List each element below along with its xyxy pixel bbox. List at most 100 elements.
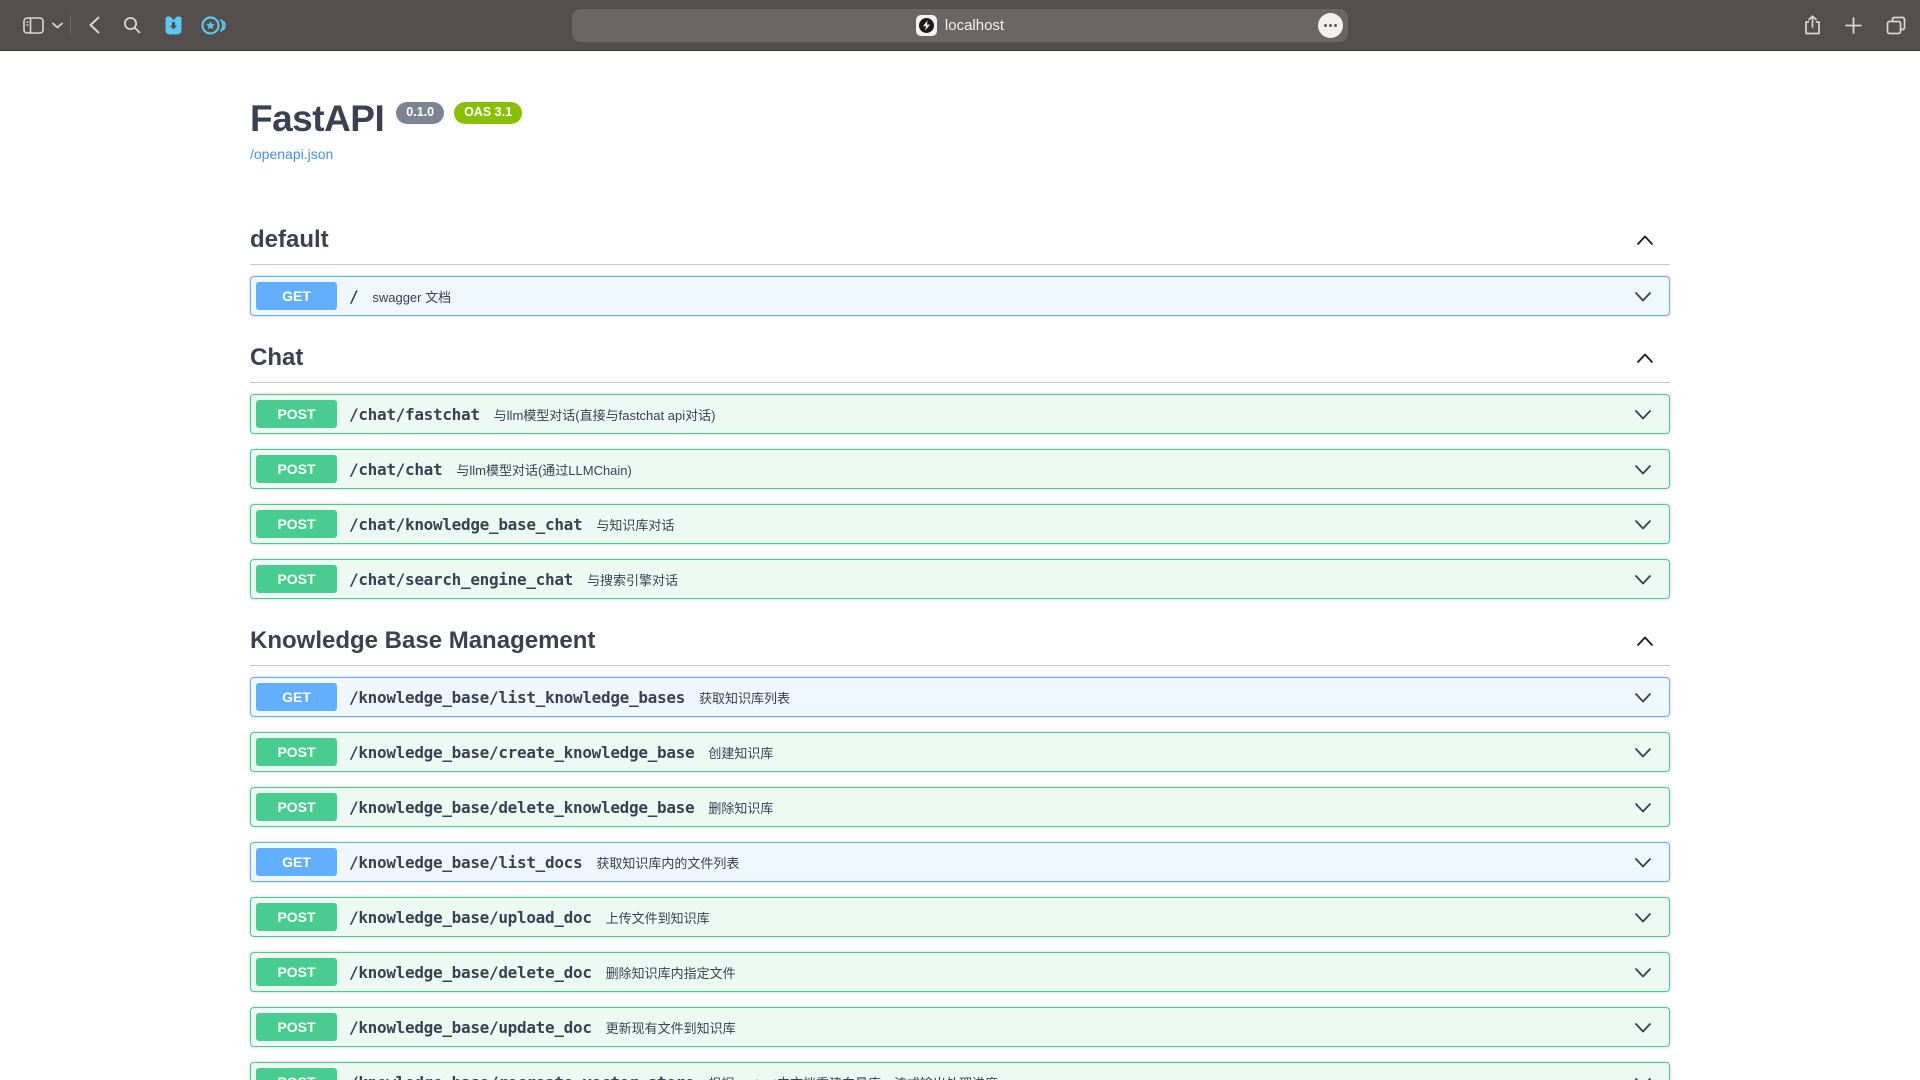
endpoint-path: /chat/search_engine_chat: [349, 570, 573, 589]
chevron-down-icon: [1634, 692, 1652, 703]
endpoint-summary: 与llm模型对话(通过LLMChain): [456, 460, 632, 479]
expand-endpoint-button[interactable]: [1634, 967, 1652, 978]
expand-endpoint-button[interactable]: [1634, 409, 1652, 420]
expand-endpoint-button[interactable]: [1634, 574, 1652, 585]
endpoint-path: /chat/fastchat: [349, 405, 480, 424]
share-button[interactable]: [1804, 0, 1821, 50]
api-info: FastAPI 0.1.0 OAS 3.1 /openapi.json: [250, 100, 1670, 164]
tag-section: Knowledge Base Management GET /knowledge…: [250, 619, 1670, 1080]
api-sections: default GET / swagger 文档 Chat: [250, 218, 1670, 1080]
endpoint-summary: 与搜索引擎对话: [587, 570, 678, 589]
expand-endpoint-button[interactable]: [1634, 291, 1652, 302]
endpoint-list: GET /knowledge_base/list_knowledge_bases…: [250, 666, 1670, 1080]
sidebar-menu-button[interactable]: [48, 0, 66, 50]
search-icon: [123, 16, 141, 34]
method-badge: POST: [256, 738, 337, 766]
tab-overview-button[interactable]: [1886, 0, 1906, 50]
section-title: default: [250, 228, 329, 252]
tag-header[interactable]: Chat: [250, 336, 1670, 383]
endpoint-path: /knowledge_base/update_doc: [349, 1018, 592, 1037]
method-badge: POST: [256, 793, 337, 821]
endpoint-path: /knowledge_base/delete_knowledge_base: [349, 798, 694, 817]
endpoint-row[interactable]: POST /knowledge_base/delete_knowledge_ba…: [250, 787, 1670, 827]
url-bar[interactable]: localhost: [572, 9, 1348, 42]
site-favicon-icon: [916, 15, 937, 36]
chevron-up-icon: [1636, 235, 1654, 246]
url-host-text: localhost: [945, 17, 1004, 34]
chevron-down-icon: [1634, 1022, 1652, 1033]
endpoint-path: /knowledge_base/delete_doc: [349, 963, 592, 982]
chevron-down-icon: [1634, 291, 1652, 302]
chevron-down-icon: [1634, 409, 1652, 420]
chevron-up-icon: [1636, 636, 1654, 647]
method-badge: POST: [256, 1013, 337, 1041]
endpoint-row[interactable]: POST /chat/chat 与llm模型对话(通过LLMChain): [250, 449, 1670, 489]
endpoint-row[interactable]: POST /knowledge_base/upload_doc 上传文件到知识库: [250, 897, 1670, 937]
chevron-down-icon: [1634, 857, 1652, 868]
page-title: FastAPI: [250, 100, 384, 137]
expand-endpoint-button[interactable]: [1634, 1077, 1652, 1080]
endpoint-row[interactable]: POST /knowledge_base/recreate_vector_sto…: [250, 1062, 1670, 1080]
method-badge: POST: [256, 903, 337, 931]
openapi-spec-link[interactable]: /openapi.json: [250, 146, 333, 162]
endpoint-summary: 与知识库对话: [596, 515, 674, 534]
endpoint-row[interactable]: POST /chat/knowledge_base_chat 与知识库对话: [250, 504, 1670, 544]
extension-shield-button[interactable]: [153, 0, 193, 50]
chevron-down-icon: [1634, 1077, 1652, 1080]
endpoint-summary: 根据content中文档重建向量库，流式输出处理进度。: [708, 1073, 1011, 1080]
endpoint-row[interactable]: GET /knowledge_base/list_knowledge_bases…: [250, 677, 1670, 717]
tag-header[interactable]: default: [250, 218, 1670, 265]
section-title: Chat: [250, 346, 303, 370]
endpoint-summary: swagger 文档: [372, 287, 451, 306]
expand-endpoint-button[interactable]: [1634, 692, 1652, 703]
tag-section: Chat POST /chat/fastchat 与llm模型对话(直接与fas…: [250, 336, 1670, 599]
page-settings-button[interactable]: [1318, 13, 1343, 38]
chevron-down-icon: [1634, 574, 1652, 585]
endpoint-row[interactable]: POST /knowledge_base/update_doc 更新现有文件到知…: [250, 1007, 1670, 1047]
endpoint-row[interactable]: GET /knowledge_base/list_docs 获取知识库内的文件列…: [250, 842, 1670, 882]
expand-endpoint-button[interactable]: [1634, 464, 1652, 475]
back-button[interactable]: [77, 0, 111, 50]
endpoint-summary: 与llm模型对话(直接与fastchat api对话): [494, 405, 716, 424]
chevron-down-icon: [52, 22, 63, 29]
extension-circles-button[interactable]: [193, 0, 233, 50]
chevron-down-icon: [1634, 464, 1652, 475]
expand-endpoint-button[interactable]: [1634, 912, 1652, 923]
collapse-section-button[interactable]: [1636, 353, 1654, 364]
endpoint-row[interactable]: POST /chat/fastchat 与llm模型对话(直接与fastchat…: [250, 394, 1670, 434]
new-tab-button[interactable]: [1845, 0, 1862, 50]
endpoint-path: /knowledge_base/create_knowledge_base: [349, 743, 694, 762]
expand-endpoint-button[interactable]: [1634, 747, 1652, 758]
collapse-section-button[interactable]: [1636, 235, 1654, 246]
star-circles-extension-icon: [201, 15, 226, 36]
chevron-down-icon: [1634, 912, 1652, 923]
expand-endpoint-button[interactable]: [1634, 519, 1652, 530]
endpoint-path: /chat/knowledge_base_chat: [349, 515, 582, 534]
chevron-down-icon: [1634, 519, 1652, 530]
endpoint-list: POST /chat/fastchat 与llm模型对话(直接与fastchat…: [250, 383, 1670, 599]
expand-endpoint-button[interactable]: [1634, 802, 1652, 813]
plus-icon: [1845, 17, 1862, 34]
endpoint-summary: 删除知识库: [708, 798, 773, 817]
browser-toolbar: localhost: [0, 0, 1920, 51]
endpoint-path: /knowledge_base/list_knowledge_bases: [349, 688, 685, 707]
tag-header[interactable]: Knowledge Base Management: [250, 619, 1670, 666]
expand-endpoint-button[interactable]: [1634, 1022, 1652, 1033]
endpoint-row[interactable]: POST /knowledge_base/delete_doc 删除知识库内指定…: [250, 952, 1670, 992]
tab-overview-icon: [1886, 16, 1906, 35]
endpoint-path: /: [349, 287, 358, 306]
section-title: Knowledge Base Management: [250, 629, 595, 653]
search-button[interactable]: [111, 0, 153, 50]
endpoint-row[interactable]: POST /knowledge_base/create_knowledge_ba…: [250, 732, 1670, 772]
method-badge: GET: [256, 848, 337, 876]
endpoint-list: GET / swagger 文档: [250, 265, 1670, 316]
expand-endpoint-button[interactable]: [1634, 857, 1652, 868]
collapse-section-button[interactable]: [1636, 636, 1654, 647]
endpoint-summary: 更新现有文件到知识库: [606, 1018, 736, 1037]
endpoint-summary: 获取知识库内的文件列表: [596, 853, 739, 872]
endpoint-path: /knowledge_base/list_docs: [349, 853, 582, 872]
endpoint-row[interactable]: POST /chat/search_engine_chat 与搜索引擎对话: [250, 559, 1670, 599]
endpoint-summary: 删除知识库内指定文件: [606, 963, 736, 982]
endpoint-row[interactable]: GET / swagger 文档: [250, 276, 1670, 316]
sidebar-toggle-button[interactable]: [18, 0, 48, 50]
